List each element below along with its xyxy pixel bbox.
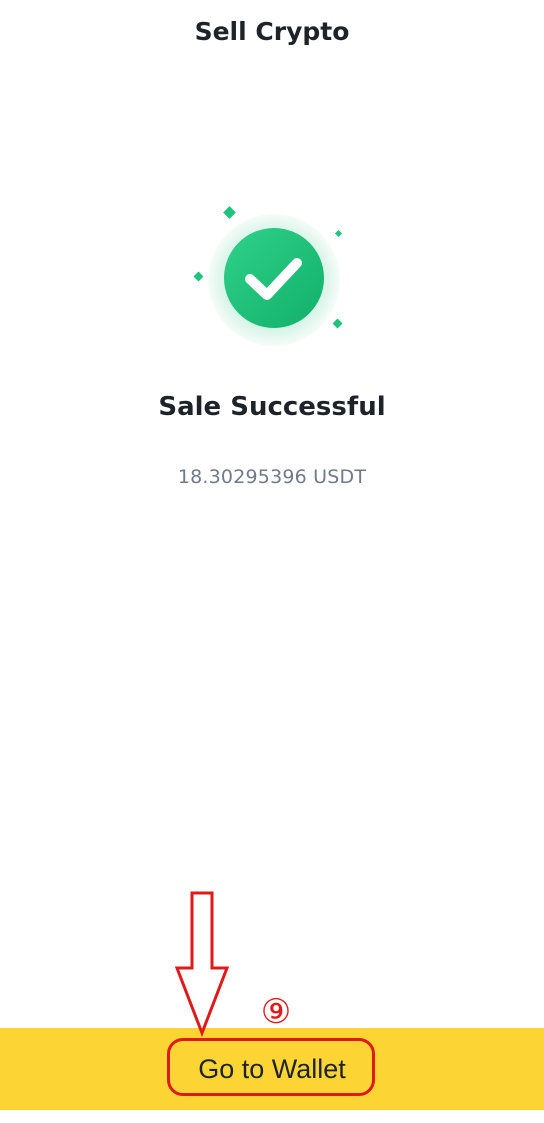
annotation-step-number: ⑨ (260, 992, 292, 1032)
page-title: Sell Crypto (194, 17, 350, 46)
sparkle-icon (223, 206, 236, 219)
sparkle-icon (193, 271, 204, 282)
go-to-wallet-button[interactable]: Go to Wallet (0, 1028, 544, 1110)
success-check-icon (193, 206, 343, 346)
success-graphic (180, 195, 365, 355)
status-title: Sale Successful (158, 392, 386, 422)
sparkle-icon (332, 318, 343, 329)
annotation-arrow-icon (174, 891, 230, 1038)
sparkle-icon (334, 229, 343, 238)
sale-amount: 18.30295396 USDT (177, 466, 367, 488)
go-to-wallet-label: Go to Wallet (198, 1053, 346, 1084)
